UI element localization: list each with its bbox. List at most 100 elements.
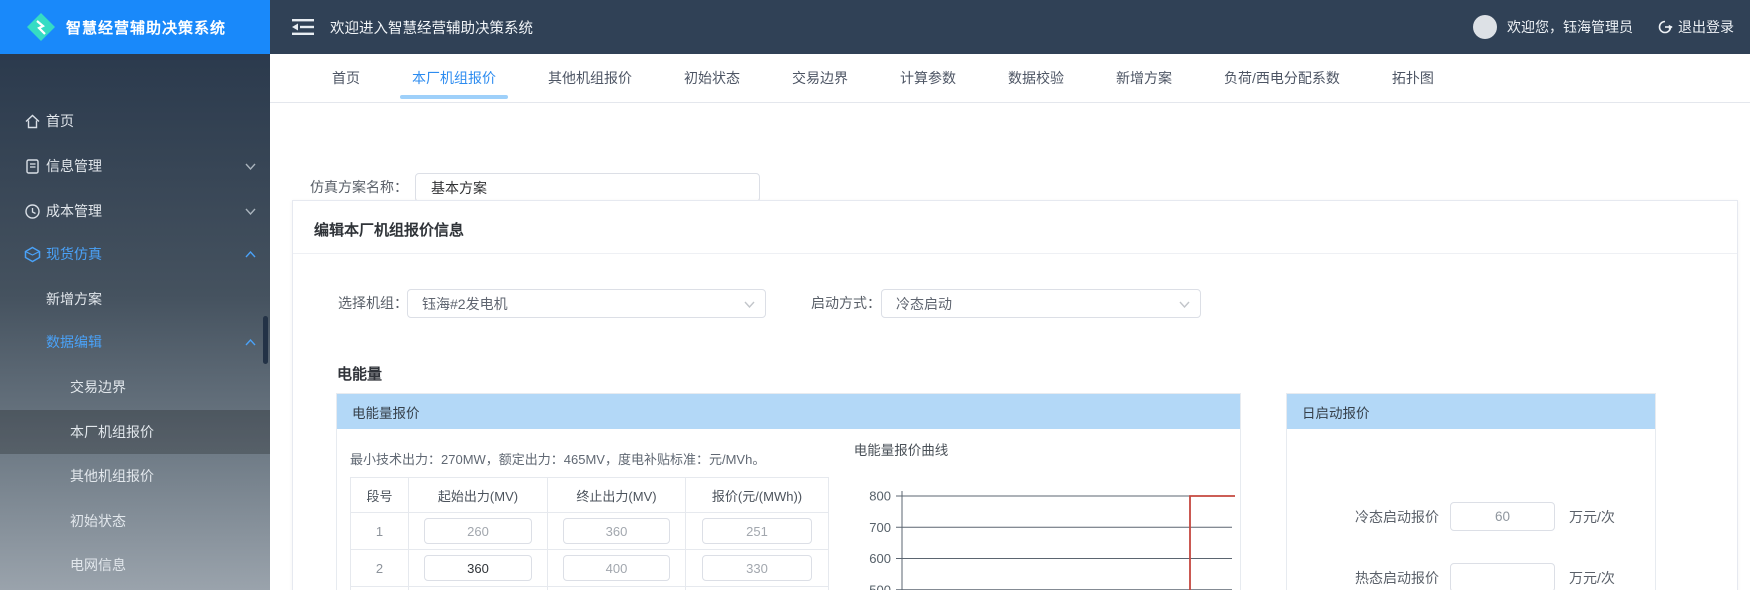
app-logo-icon [27, 13, 55, 41]
sidebar-item-新增方案[interactable]: 新增方案 [0, 277, 270, 321]
sidebar-item-label: 成本管理 [46, 203, 102, 219]
selector-row: 选择机组： 钰海#2发电机 启动方式： 冷态启动 [293, 253, 1737, 343]
quotation-table: 段号 起始出力(MV) 终止出力(MV) 报价(元/(MWh)) 1 260 360 251 2… [350, 477, 829, 590]
chevron-down-icon [245, 208, 256, 215]
scheme-name-input[interactable]: 基本方案 [415, 173, 760, 202]
unit-text: 万元/次 [1569, 508, 1615, 525]
冷态启动报价-label: 冷态启动报价 [1355, 508, 1439, 525]
sidebar-item-label: 信息管理 [46, 158, 102, 174]
energy-section-title: 电能量 [337, 366, 383, 383]
sidebar-item-信息管理[interactable]: 信息管理 [0, 144, 270, 188]
sidebar-item-初始状态[interactable]: 初始状态 [0, 499, 270, 543]
price-input[interactable]: 330 [701, 555, 813, 581]
scheme-name-label: 仿真方案名称： [310, 179, 408, 195]
table-header-段号: 段号 [351, 478, 409, 513]
热态启动报价-input[interactable] [1450, 563, 1555, 590]
top-header: 智慧经营辅助决策系统 欢迎进入智慧经营辅助决策系统 欢迎您，钰海管理员 退出登录 [0, 0, 1750, 54]
cube-icon [24, 246, 41, 262]
sidebar-item-label: 现货仿真 [46, 246, 102, 262]
tab-初始状态[interactable]: 初始状态 [684, 54, 740, 103]
sidebar: 首页信息管理成本管理现货仿真新增方案数据编辑交易边界本厂机组报价 其他机组报价 初始… [0, 54, 270, 590]
logout-button[interactable]: 退出登录 [1657, 17, 1734, 37]
user-greeting: 欢迎您，钰海管理员 [1507, 19, 1633, 35]
header-welcome-text: 欢迎进入智慧经营辅助决策系统 [330, 20, 533, 37]
unit-select[interactable]: 钰海#2发电机 [407, 289, 766, 318]
sidebar-item-本厂机组报价[interactable]: 本厂机组报价 [0, 410, 270, 454]
sidebar-item-数据编辑[interactable]: 数据编辑 [0, 320, 270, 364]
svg-text:600: 600 [869, 551, 891, 566]
segment-number: 1 [351, 513, 409, 550]
tab-计算参数[interactable]: 计算参数 [900, 54, 956, 103]
sidebar-item-label: 其他机组报价 [70, 468, 154, 484]
table-row: 2 360 400 330 [351, 550, 828, 587]
home-icon [25, 114, 40, 128]
sidebar-item-label: 本厂机组报价 [70, 424, 154, 440]
tab-新增方案[interactable]: 新增方案 [1116, 54, 1172, 103]
segment-number-label: 1 [375, 523, 384, 539]
logout-icon [1658, 20, 1673, 34]
tab-交易边界[interactable]: 交易边界 [792, 54, 848, 103]
tab-bar: 首页 本厂机组报价 其他机组报价 初始状态 交易边界 计算参数 数据校验 新增方案 负荷/西电分… [270, 54, 1750, 103]
sidebar-item-成本管理[interactable]: 成本管理 [0, 189, 270, 233]
tab-数据校验[interactable]: 数据校验 [1008, 54, 1064, 103]
unit-text: 万元/次 [1569, 569, 1615, 586]
startup-field-row: 冷态启动报价 60 万元/次 [1287, 502, 1657, 531]
sidebar-item-首页[interactable]: 首页 [0, 99, 270, 143]
tab-负荷/西电分配系数[interactable]: 负荷/西电分配系数 [1224, 54, 1340, 103]
sidebar-item-label: 首页 [46, 113, 74, 129]
table-row: 1 260 360 251 [351, 513, 828, 550]
edit-quotation-panel: 编辑本厂机组报价信息 选择机组： 钰海#2发电机 启动方式： 冷态启动 电能量 … [292, 200, 1738, 590]
冷态启动报价-input[interactable]: 60 [1450, 502, 1555, 531]
sidebar-item-电网信息[interactable]: 电网信息 [0, 543, 270, 587]
daily-startup-card: 日启动报价 冷态启动报价60万元/次热态启动报价万元/次温态启动报价万元/次 [1286, 393, 1656, 590]
chevron-down-icon [744, 301, 755, 308]
price-input[interactable]: 251 [701, 518, 813, 544]
sidebar-item-交易边界[interactable]: 交易边界 [0, 365, 270, 409]
start-output-input[interactable]: 260 [424, 518, 532, 544]
sidebar-item-其他机组报价[interactable]: 其他机组报价 [0, 454, 270, 498]
segment-number: 2 [351, 550, 409, 587]
main-content: 首页 本厂机组报价 其他机组报价 初始状态 交易边界 计算参数 数据校验 新增方案 负荷/西电分… [270, 54, 1750, 590]
table-header-终止出力(MV): 终止出力(MV) [548, 478, 686, 513]
svg-text:电能量报价曲线: 电能量报价曲线 [854, 443, 949, 458]
svg-text:800: 800 [869, 489, 891, 504]
table-header-报价(元/(MWh)): 报价(元/(MWh)) [686, 478, 828, 513]
startup-field-row: 热态启动报价 万元/次 [1287, 563, 1657, 590]
logout-label: 退出登录 [1678, 19, 1734, 35]
chevron-up-icon [245, 250, 256, 257]
chevron-up-icon [245, 338, 256, 345]
start-output-input[interactable]: 360 [424, 555, 532, 581]
doc-icon [26, 158, 39, 174]
tab-拓扑图[interactable]: 拓扑图 [1392, 54, 1434, 103]
logo-block: 智慧经营辅助决策系统 [0, 0, 270, 54]
sidebar-item-label: 初始状态 [70, 513, 126, 529]
end-output-input[interactable]: 360 [563, 518, 670, 544]
chevron-down-icon [1179, 301, 1190, 308]
sidebar-item-现货仿真[interactable]: 现货仿真 [0, 232, 270, 276]
sidebar-item-label: 交易边界 [70, 379, 126, 395]
segment-number-label: 2 [375, 560, 384, 576]
scheme-name-row: 仿真方案名称： 基本方案 [270, 103, 1750, 202]
collapse-menu-icon[interactable] [292, 17, 314, 37]
energy-price-chart: 电能量报价曲线800700600500400 [854, 443, 1235, 590]
energy-card-header: 电能量报价 [337, 394, 1240, 429]
end-output-input[interactable]: 400 [563, 555, 670, 581]
energy-quotation-card: 电能量报价 最小技术出力：270MW，额定出力：465MV，度电补贴标准：元/M… [336, 393, 1241, 590]
startup-mode-select[interactable]: 冷态启动 [881, 289, 1201, 318]
tab-本厂机组报价[interactable]: 本厂机组报价 [400, 54, 508, 103]
tab-其他机组报价[interactable]: 其他机组报价 [548, 54, 632, 103]
app-title: 智慧经营辅助决策系统 [66, 19, 227, 37]
unit-select-value: 钰海#2发电机 [422, 295, 508, 312]
tab-首页[interactable]: 首页 [332, 54, 360, 103]
table-header-起始出力(MV): 起始出力(MV) [409, 478, 548, 513]
app-screen: 智慧经营辅助决策系统 欢迎进入智慧经营辅助决策系统 欢迎您，钰海管理员 退出登录 [0, 0, 1750, 590]
header-right: 欢迎您，钰海管理员 退出登录 [1473, 0, 1734, 54]
panel-title: 编辑本厂机组报价信息 [314, 222, 465, 239]
energy-info-line: 最小技术出力：270MW，额定出力：465MV，度电补贴标准：元/MVh。 [350, 452, 766, 467]
sidebar-item-label: 新增方案 [46, 291, 102, 307]
startup-mode-label: 启动方式： [811, 295, 881, 311]
startup-card-header: 日启动报价 [1287, 394, 1655, 429]
clock-icon [25, 203, 40, 219]
unit-select-label: 选择机组： [338, 295, 408, 311]
user-avatar[interactable] [1473, 15, 1497, 39]
